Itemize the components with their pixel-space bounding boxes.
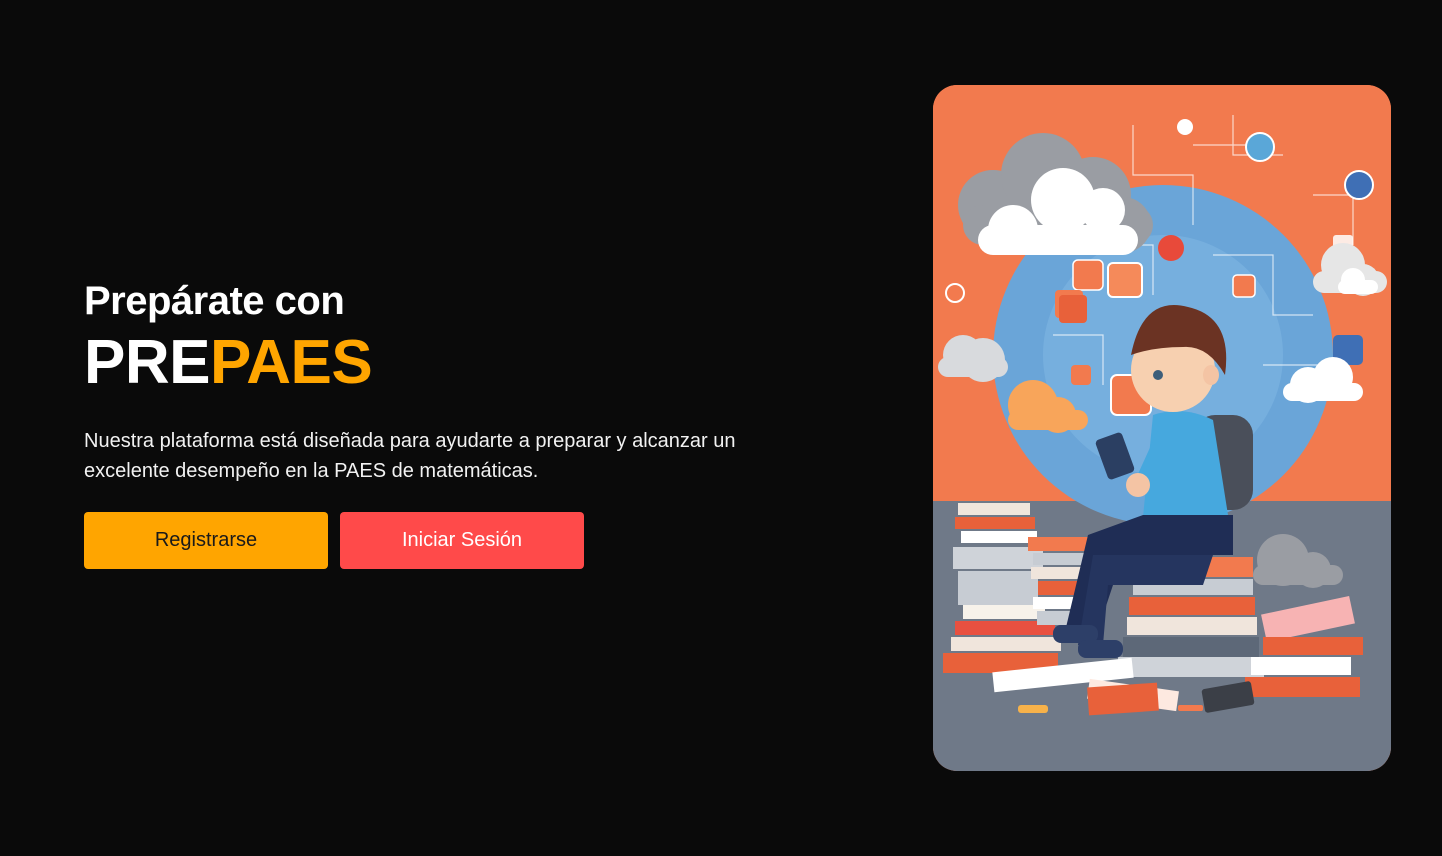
brand-title: PREPAES <box>84 328 764 398</box>
login-button[interactable]: Iniciar Sesión <box>340 512 584 569</box>
brand-title-paes: PAES <box>209 328 373 397</box>
hero-kicker: Prepárate con <box>84 279 345 323</box>
student-studying-illustration <box>933 85 1391 771</box>
register-button[interactable]: Registrarse <box>84 512 328 569</box>
hero-illustration <box>933 85 1391 771</box>
hero-actions: Registrarse Iniciar Sesión <box>84 512 764 569</box>
hero-section: Prepárate con PREPAES Nuestra plataforma… <box>84 276 764 569</box>
landing-page: Prepárate con PREPAES Nuestra plataforma… <box>0 0 1442 856</box>
brand-title-pre: PRE <box>84 328 210 397</box>
hero-description: Nuestra plataforma está diseñada para ay… <box>84 430 736 482</box>
